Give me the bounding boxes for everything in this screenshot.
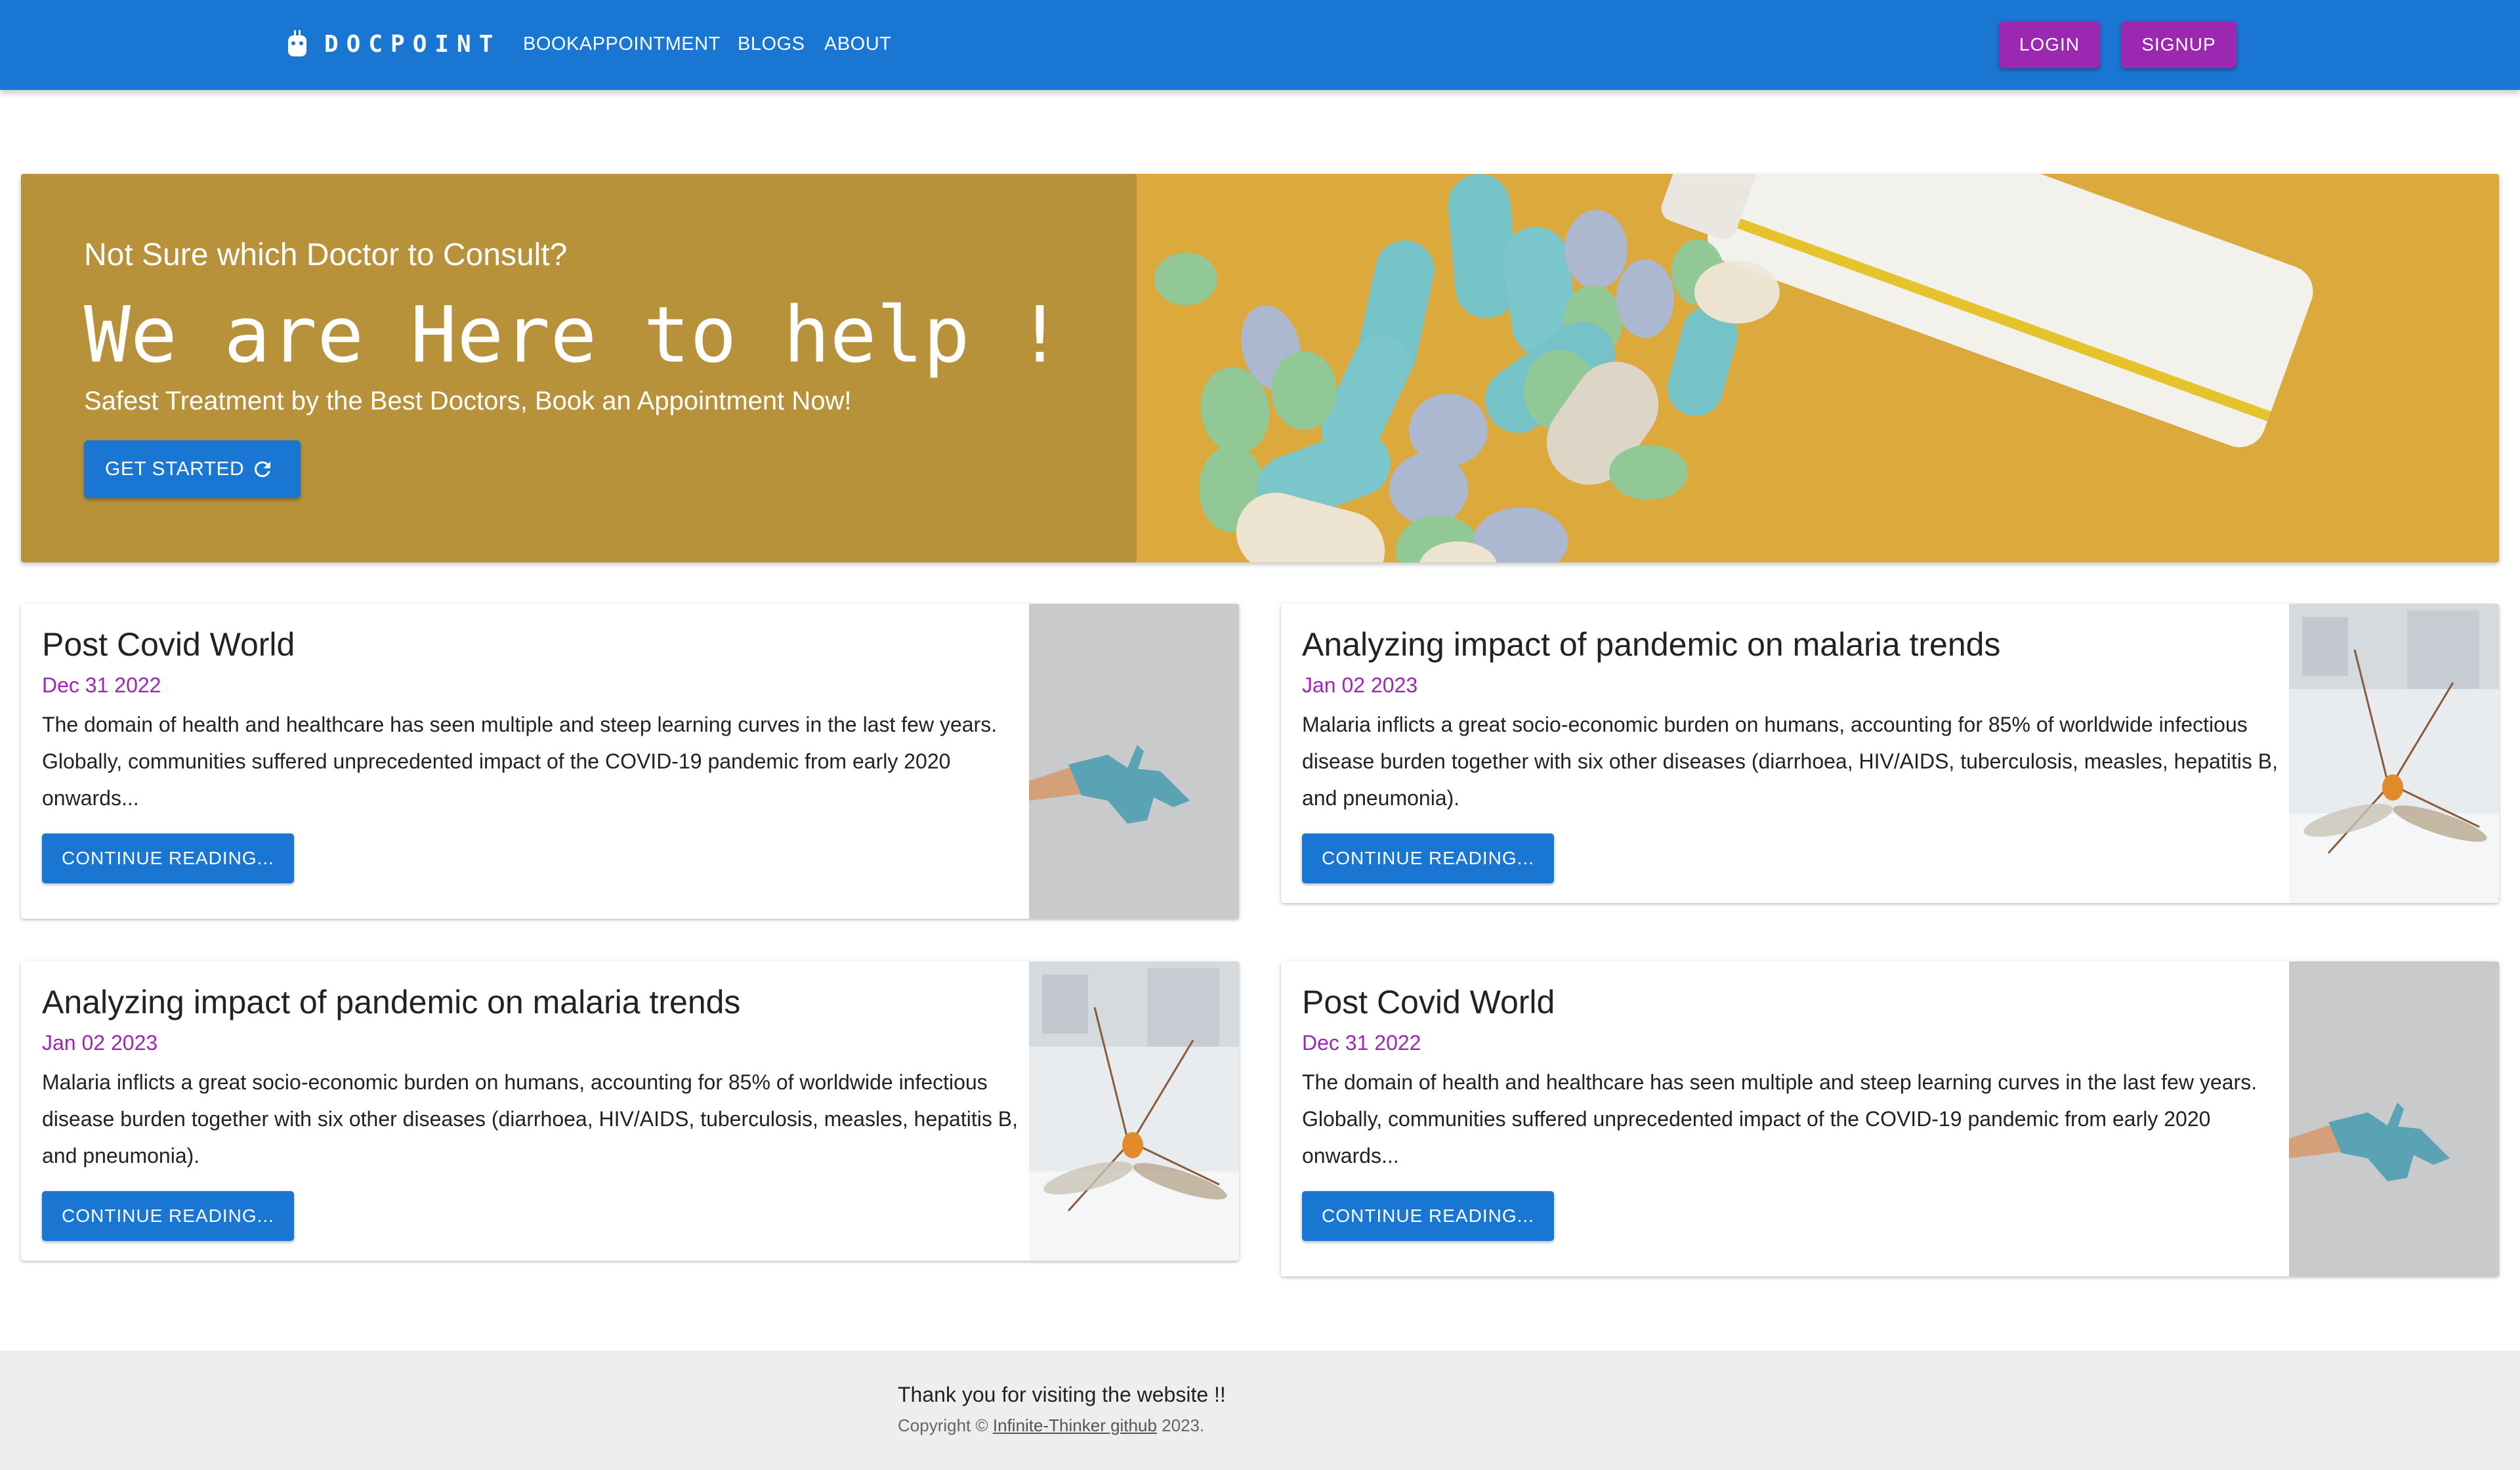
nav-link-about[interactable]: ABOUT: [824, 29, 891, 59]
copyright-year: 2023.: [1162, 1416, 1205, 1435]
gloved-hand-image: [2289, 961, 2499, 1276]
post-excerpt: Malaria inflicts a great socio-economic …: [1302, 713, 2278, 810]
refresh-icon: [254, 461, 270, 477]
blog-card: Analyzing impact of pandemic on malaria …: [1281, 604, 2499, 903]
blog-card: Post Covid World Dec 31 2022 The domain …: [1281, 961, 2499, 1276]
post-date: Dec 31 2022: [42, 673, 161, 697]
footer-thanks: Thank you for visiting the website !!: [898, 1383, 1226, 1406]
post-excerpt: The domain of health and healthcare has …: [1302, 1070, 2258, 1167]
nav-link-bookappointment[interactable]: BOOKAPPOINTMENT: [523, 29, 721, 59]
continue-reading-button[interactable]: CONTINUE READING...: [42, 833, 294, 883]
login-button[interactable]: LOGIN: [1999, 21, 2100, 68]
post-date: Dec 31 2022: [1302, 1031, 1421, 1055]
continue-reading-button[interactable]: CONTINUE READING...: [1302, 1191, 1554, 1241]
post-title[interactable]: Post Covid World: [1302, 981, 1555, 1023]
get-started-label: GET STARTED: [105, 458, 245, 480]
blog-card: Post Covid World Dec 31 2022 The domain …: [21, 604, 1239, 919]
nav-link-blogs[interactable]: BLOGS: [738, 29, 805, 59]
top-navbar: DOCPOINT BOOKAPPOINTMENT BLOGS ABOUT LOG…: [0, 0, 2520, 90]
gloved-hand-image: [1029, 604, 1239, 919]
signup-button[interactable]: SIGNUP: [2121, 21, 2236, 68]
hero-title: We are Here to help !: [84, 289, 1063, 380]
mosquito-image: [1029, 961, 1239, 1261]
post-title[interactable]: Analyzing impact of pandemic on malaria …: [42, 981, 740, 1023]
hero-tagline: Safest Treatment by the Best Doctors, Bo…: [84, 387, 852, 415]
hero-banner: Not Sure which Doctor to Consult? We are…: [21, 174, 2499, 562]
blog-card: Analyzing impact of pandemic on malaria …: [21, 961, 1239, 1261]
post-date: Jan 02 2023: [1302, 673, 1418, 697]
post-excerpt: The domain of health and healthcare has …: [42, 713, 998, 810]
hero-subtitle: Not Sure which Doctor to Consult?: [84, 238, 568, 272]
page-footer: Thank you for visiting the website !! Co…: [0, 1351, 2520, 1470]
continue-reading-button[interactable]: CONTINUE READING...: [42, 1191, 294, 1241]
mosquito-image: [2289, 604, 2499, 903]
brand-name[interactable]: DOCPOINT: [324, 29, 501, 60]
post-title[interactable]: Post Covid World: [42, 623, 295, 665]
post-date: Jan 02 2023: [42, 1031, 158, 1055]
footer-copyright: Copyright © Infinite-Thinker github 2023…: [898, 1414, 1204, 1437]
continue-reading-button[interactable]: CONTINUE READING...: [1302, 833, 1554, 883]
get-started-button[interactable]: GET STARTED: [84, 440, 301, 498]
copyright-prefix: Copyright ©: [898, 1416, 988, 1435]
post-title[interactable]: Analyzing impact of pandemic on malaria …: [1302, 623, 2000, 665]
github-link[interactable]: Infinite-Thinker github: [993, 1416, 1157, 1435]
post-excerpt: Malaria inflicts a great socio-economic …: [42, 1070, 1018, 1167]
robot-logo-icon[interactable]: [286, 29, 308, 59]
